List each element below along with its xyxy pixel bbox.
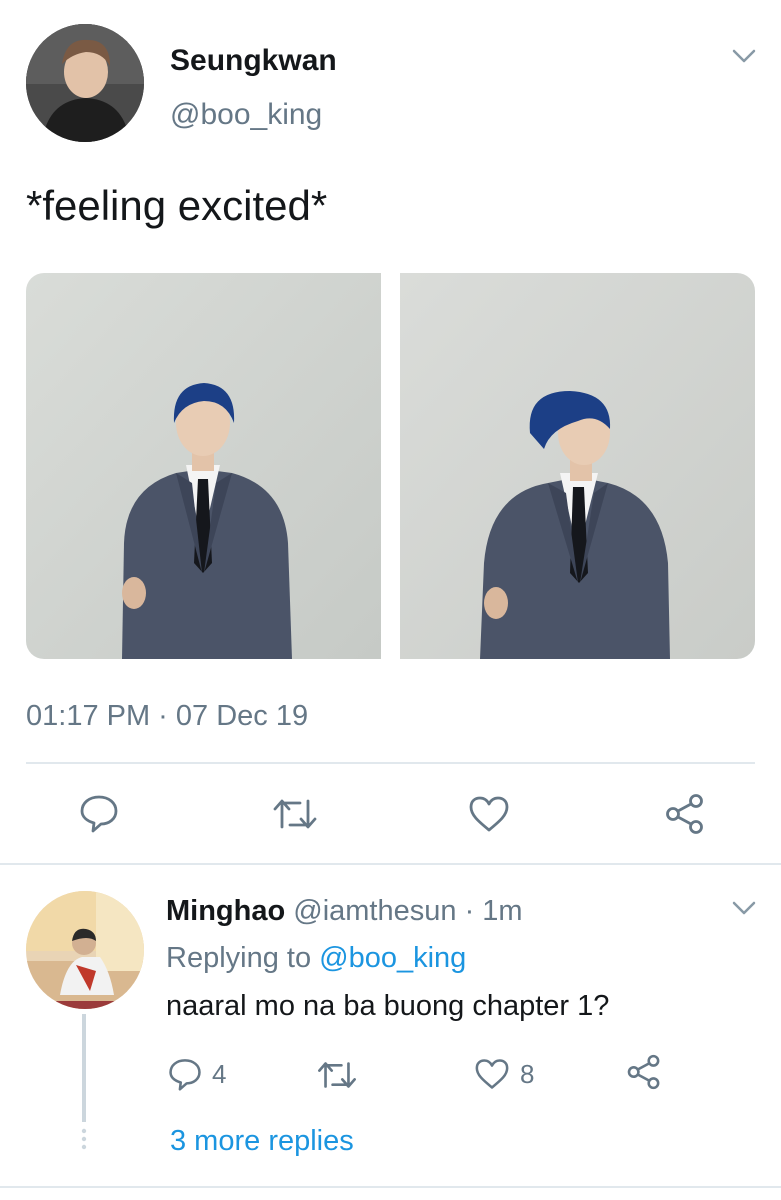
reply-author-name[interactable]: Minghao <box>166 895 285 927</box>
share-button[interactable] <box>664 793 706 835</box>
share-icon <box>666 794 703 834</box>
author-handle[interactable]: @boo_king <box>170 98 322 132</box>
replying-to: Replying to @boo_king <box>166 942 466 975</box>
chevron-down-icon[interactable] <box>732 48 756 69</box>
reply-reply-button[interactable]: 4 <box>168 1057 226 1091</box>
replying-to-handle[interactable]: @boo_king <box>319 942 466 974</box>
heart-icon <box>475 1059 509 1089</box>
replying-to-label: Replying to <box>166 942 312 974</box>
reply-button[interactable] <box>79 793 119 833</box>
reply-author-handle[interactable]: @iamthesun <box>293 895 456 927</box>
like-count: 8 <box>520 1058 535 1089</box>
retweet-button[interactable] <box>272 797 318 831</box>
reply-age: · 1m <box>464 895 523 927</box>
tweet-photo-1[interactable] <box>26 273 381 659</box>
reply-share-button[interactable] <box>626 1054 662 1090</box>
reply-author-avatar[interactable] <box>26 891 144 1009</box>
like-button[interactable] <box>468 795 510 833</box>
reply-chevron-down-icon[interactable] <box>732 900 756 921</box>
author-name[interactable]: Seungkwan <box>170 44 337 78</box>
share-icon <box>627 1054 660 1090</box>
reply-icon <box>169 1059 201 1091</box>
tweet-timestamp[interactable]: 01:17 PM · 07 Dec 19 <box>26 700 308 733</box>
retweet-icon <box>273 799 317 829</box>
reply-icon <box>80 795 118 833</box>
retweet-icon <box>318 1062 356 1088</box>
more-replies-link[interactable]: 3 more replies <box>170 1125 354 1158</box>
section-divider <box>0 863 781 865</box>
bottom-divider <box>0 1186 781 1188</box>
reply-header: Minghao @iamthesun · 1m <box>166 895 523 928</box>
reply-retweet-button[interactable] <box>316 1060 358 1090</box>
heart-icon <box>469 796 509 832</box>
thread-line <box>82 1014 86 1122</box>
author-avatar[interactable] <box>26 24 144 142</box>
reply-like-button[interactable]: 8 <box>474 1058 534 1090</box>
divider <box>26 762 755 764</box>
reply-count: 4 <box>212 1058 227 1089</box>
tweet-photo-2[interactable] <box>400 273 755 659</box>
reply-text: naaral mo na ba buong chapter 1? <box>166 990 610 1022</box>
thread-dots <box>80 1128 88 1155</box>
tweet-text: *feeling excited* <box>26 182 328 229</box>
